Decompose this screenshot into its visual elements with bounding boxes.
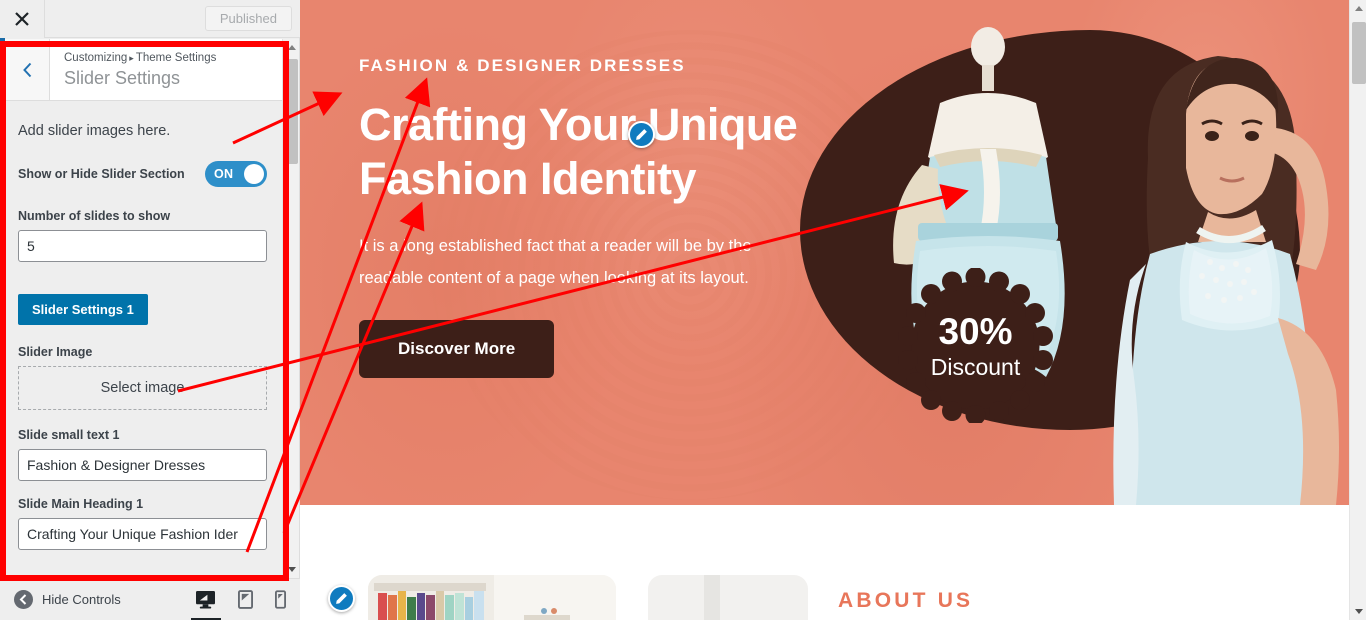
- site-preview: 30% Discount FASHION & DESIGNER DRESSES …: [300, 0, 1349, 620]
- hero-heading-line-1: Crafting Your Unique: [359, 99, 798, 150]
- window-scrollbar[interactable]: [1349, 0, 1366, 620]
- discount-label: Discount: [930, 353, 1021, 380]
- about-title: ABOUT US: [838, 589, 974, 612]
- panel-body: Add slider images here. Show or Hide Sli…: [5, 101, 280, 578]
- breadcrumb-parent: Theme Settings: [135, 51, 217, 64]
- select-image-button[interactable]: Select image: [18, 366, 267, 410]
- slider-image-group: Slider Image Select image: [18, 345, 267, 410]
- discount-badge: 30% Discount: [898, 268, 1053, 423]
- scroll-up-icon[interactable]: [283, 39, 300, 56]
- small-text-group: Slide small text 1: [18, 428, 267, 481]
- customizer-screen: Published Customizing ▸ Theme Settings Sli…: [0, 0, 1366, 620]
- model-photo: [1113, 56, 1339, 505]
- slider-settings-1-button[interactable]: Slider Settings 1: [18, 294, 148, 325]
- edit-pencil-icon[interactable]: [628, 121, 655, 148]
- hero-content: FASHION & DESIGNER DRESSES Crafting Your…: [359, 56, 879, 378]
- collapse-icon: [14, 590, 33, 609]
- toggle-state-label: ON: [214, 167, 234, 181]
- panel-header: Customizing ▸ Theme Settings Slider Settin…: [5, 39, 293, 101]
- close-icon[interactable]: [0, 0, 45, 38]
- hide-controls-button[interactable]: Hide Controls: [14, 590, 121, 609]
- breadcrumb: Customizing ▸ Theme Settings: [64, 50, 293, 66]
- customizer-topbar: Published: [0, 0, 300, 38]
- toggle-knob: [244, 164, 264, 184]
- chevron-left-icon[interactable]: [5, 39, 50, 100]
- slider-image-label: Slider Image: [18, 345, 93, 359]
- discover-more-button[interactable]: Discover More: [359, 320, 555, 378]
- hero-slider-section: 30% Discount FASHION & DESIGNER DRESSES …: [300, 0, 1349, 505]
- hide-controls-label: Hide Controls: [42, 592, 121, 607]
- about-image-1: [368, 575, 616, 620]
- breadcrumb-root: Customizing: [64, 51, 128, 64]
- slider-toggle-label: Show or Hide Slider Section: [18, 167, 185, 181]
- slides-count-input[interactable]: [18, 230, 267, 262]
- customizer-panel: Published Customizing ▸ Theme Settings Sli…: [0, 0, 300, 620]
- window-scroll-down-icon[interactable]: [1350, 603, 1366, 620]
- panel-scrollbar-thumb[interactable]: [285, 59, 298, 164]
- hero-heading-line-2: Fashion Identity: [359, 153, 697, 204]
- main-heading-group: Slide Main Heading 1: [18, 497, 267, 550]
- desktop-icon[interactable]: [190, 590, 221, 620]
- small-text-label: Slide small text 1: [18, 428, 120, 442]
- customizer-footer: Hide Controls: [0, 578, 300, 620]
- discount-percent: 30%: [938, 310, 1013, 352]
- tablet-icon[interactable]: [238, 590, 253, 609]
- device-preview-switcher: [190, 590, 286, 620]
- main-heading-label: Slide Main Heading 1: [18, 497, 144, 511]
- scroll-down-icon[interactable]: [283, 561, 300, 578]
- main-heading-input[interactable]: [18, 518, 267, 550]
- about-image-2: [648, 575, 808, 620]
- window-scrollbar-thumb[interactable]: [1352, 22, 1366, 84]
- slides-count-group: Number of slides to show: [18, 209, 267, 262]
- mobile-icon[interactable]: [275, 590, 286, 609]
- slides-count-label: Number of slides to show: [18, 209, 171, 223]
- panel-header-text: Customizing ▸ Theme Settings Slider Settin…: [50, 39, 293, 100]
- hero-eyebrow: FASHION & DESIGNER DRESSES: [359, 56, 686, 75]
- slider-section-toggle[interactable]: ON: [205, 161, 267, 187]
- panel-scrollbar[interactable]: [282, 39, 299, 578]
- about-section: ABOUT US: [300, 505, 1349, 620]
- slider-section-toggle-row: Show or Hide Slider Section ON: [18, 161, 267, 187]
- window-scroll-up-icon[interactable]: [1350, 0, 1366, 17]
- page-title: Slider Settings: [64, 67, 181, 88]
- publish-button[interactable]: Published: [204, 6, 292, 31]
- panel-description: Add slider images here.: [18, 123, 171, 139]
- hero-paragraph: It is a long established fact that a rea…: [359, 237, 752, 287]
- edit-pencil-icon[interactable]: [328, 585, 355, 612]
- breadcrumb-separator: ▸: [129, 52, 134, 63]
- small-text-input[interactable]: [18, 449, 267, 481]
- hero-heading: Crafting Your Unique Fashion Identity: [359, 98, 879, 206]
